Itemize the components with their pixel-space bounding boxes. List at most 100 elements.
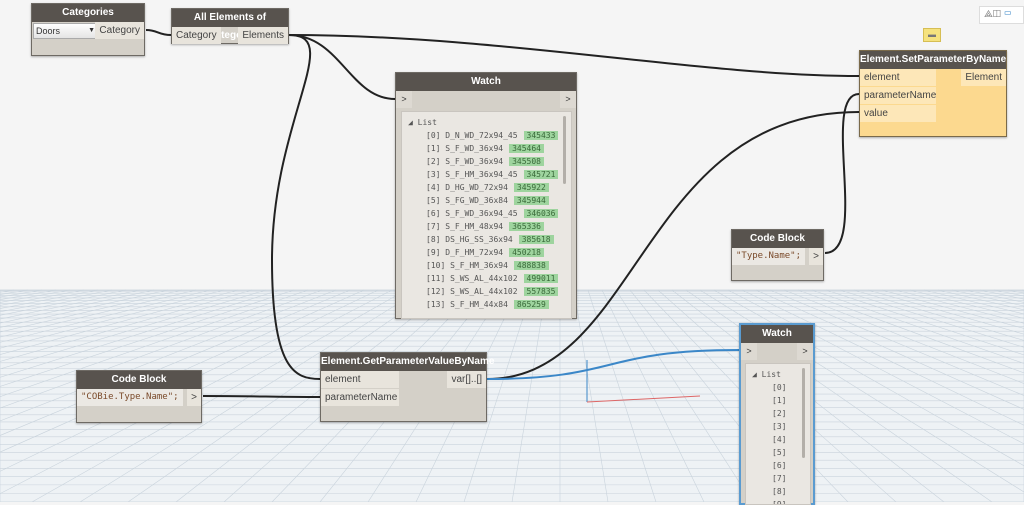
item-name: D_N_WD_72x94_45 — [445, 131, 518, 140]
all-elements-of-category-node[interactable]: All Elements of Category Category Elemen… — [171, 8, 289, 44]
chevron-down-icon: ▼ — [88, 27, 95, 34]
item-name: S_F_HM_44x84 — [450, 300, 508, 309]
code-block-node[interactable]: Code Block "COBie.Type.Name"; > — [76, 370, 202, 423]
output-port-var[interactable]: var[]..[] — [447, 371, 486, 388]
input-port-parametername[interactable]: parameterName — [860, 87, 936, 104]
element-id-badge[interactable]: 450218 — [509, 248, 544, 257]
list-root[interactable]: ◢ List — [408, 116, 571, 129]
element-id-badge[interactable]: 345922 — [513, 183, 549, 192]
wire-elements-to-watch — [288, 34, 396, 100]
item-index: [5] — [426, 196, 441, 205]
input-port-category[interactable]: Category — [172, 27, 221, 44]
item-index: [12] — [426, 287, 446, 296]
list-item[interactable]: [10] S_F_HM_36x94 488838 — [408, 259, 571, 272]
input-port-element[interactable]: element — [321, 371, 399, 388]
element-id-badge[interactable]: 345433 — [523, 131, 559, 140]
output-port-elements[interactable]: Elements — [238, 27, 288, 44]
output-port[interactable]: > — [797, 343, 813, 360]
item-index: [8] — [426, 235, 441, 244]
node-title: Watch — [741, 325, 813, 343]
output-port-element[interactable]: Element — [961, 69, 1006, 86]
node-title: Element.SetParameterByName — [860, 51, 1006, 69]
item-index: [1] — [426, 144, 441, 153]
item-name: S_FG_WD_36x84 — [445, 196, 508, 205]
input-port[interactable]: > — [396, 91, 412, 108]
input-port-parametername[interactable]: parameterName — [321, 389, 399, 406]
item-name: S_F_HM_36x94_45 — [445, 170, 518, 179]
geometry-view-icon[interactable]: ⟁◫ — [984, 9, 1001, 20]
item-name: S_WS_AL_44x102 — [450, 287, 518, 296]
item-index: [4] — [426, 183, 441, 192]
wire-codeblock-to-parametername — [202, 395, 321, 398]
element-id-badge[interactable]: 865259 — [513, 300, 549, 309]
output-port[interactable]: > — [187, 389, 201, 406]
list-item[interactable]: [2] S_F_WD_36x94 345508 — [408, 155, 571, 168]
list-item[interactable]: [9] D_F_HM_72x94 450218 — [408, 246, 571, 259]
element-id-badge[interactable]: 345508 — [509, 157, 544, 166]
list-item[interactable]: [6] — [752, 459, 810, 472]
element-id-badge[interactable]: 365336 — [509, 222, 544, 231]
view-toggle-toolbar: ⟁◫ ▭ — [979, 6, 1024, 24]
list-item[interactable]: [7] — [752, 472, 810, 485]
set-parameter-by-name-node[interactable]: Element.SetParameterByName element param… — [859, 50, 1007, 137]
element-id-badge[interactable]: 385618 — [518, 235, 554, 244]
wire-elements-to-set-element — [288, 34, 860, 77]
element-id-badge[interactable]: 345721 — [523, 170, 559, 179]
comment-icon[interactable]: ▬ — [923, 28, 941, 42]
dropdown-value: Doors — [36, 26, 61, 36]
item-index: [3] — [426, 170, 441, 179]
category-dropdown[interactable]: Doors ▼ — [33, 23, 99, 39]
item-index: [13] — [426, 300, 446, 309]
list-item[interactable]: [1] S_F_WD_36x94 345464 — [408, 142, 571, 155]
node-title: All Elements of Category — [172, 9, 288, 41]
node-title: Categories — [32, 4, 144, 22]
item-name: DS_HG_SS_36x94 — [445, 235, 513, 244]
output-port[interactable]: > — [809, 248, 823, 265]
input-port-value[interactable]: value — [860, 105, 936, 122]
input-port-element[interactable]: element — [860, 69, 936, 86]
element-id-badge[interactable]: 499011 — [523, 274, 559, 283]
output-port[interactable]: > — [560, 91, 576, 108]
item-index: [6] — [426, 209, 441, 218]
element-id-badge[interactable]: 345944 — [513, 196, 549, 205]
list-item[interactable]: [8] — [752, 485, 810, 498]
collapse-icon: ◢ — [408, 118, 418, 127]
categories-node[interactable]: Categories Doors ▼ Category — [31, 3, 145, 56]
node-title: Element.GetParameterValueByName — [321, 353, 494, 371]
list-item[interactable]: [12] S_WS_AL_44x102 557835 — [408, 285, 571, 298]
item-index: [0] — [426, 131, 441, 140]
item-name: S_WS_AL_44x102 — [450, 274, 518, 283]
code-input[interactable]: "COBie.Type.Name"; — [77, 389, 183, 406]
element-id-badge[interactable]: 488838 — [513, 261, 549, 270]
list-item[interactable]: [13] S_F_HM_44x84 865259 — [408, 298, 571, 311]
input-port[interactable]: > — [741, 343, 757, 360]
list-item[interactable]: [8] DS_HG_SS_36x94 385618 — [408, 233, 571, 246]
watch-node-selected[interactable]: Watch > > ◢ List [0] [1] [2] [3] [4] [5] [6] [7… — [739, 323, 815, 505]
watch-list: ◢ List [0][1][2][3][4][5][6][7][8][9][10… — [745, 363, 811, 505]
graph-view-icon[interactable]: ▭ — [1004, 9, 1012, 20]
list-item[interactable]: [3] S_F_HM_36x94_45 345721 — [408, 168, 571, 181]
list-item[interactable]: [7] S_F_HM_48x94 365336 — [408, 220, 571, 233]
node-title: Code Block — [77, 371, 201, 389]
wire-categories-to-all-elements — [145, 29, 172, 36]
watch-node[interactable]: Watch > > ◢ List [0] D_N_WD_72x94_45 3454… — [395, 72, 577, 319]
list-item[interactable]: [11] S_WS_AL_44x102 499011 — [408, 272, 571, 285]
code-input[interactable]: "Type.Name"; — [732, 248, 806, 265]
item-name: S_F_WD_36x94_45 — [445, 209, 518, 218]
list-item[interactable]: [5] S_FG_WD_36x84 345944 — [408, 194, 571, 207]
element-id-badge[interactable]: 346036 — [523, 209, 559, 218]
scrollbar[interactable] — [802, 368, 805, 458]
item-index: [10] — [426, 261, 446, 270]
element-id-badge[interactable]: 345464 — [509, 144, 544, 153]
list-item[interactable]: [0] D_N_WD_72x94_45 345433 — [408, 129, 571, 142]
wire-typename-to-set-parametername — [824, 93, 860, 254]
scrollbar[interactable] — [563, 116, 566, 184]
item-name: S_F_HM_36x94 — [450, 261, 508, 270]
output-port-category[interactable]: Category — [95, 22, 144, 39]
list-item[interactable]: [4] D_HG_WD_72x94 345922 — [408, 181, 571, 194]
element-id-badge[interactable]: 557835 — [523, 287, 559, 296]
list-item[interactable]: [6] S_F_WD_36x94_45 346036 — [408, 207, 571, 220]
get-parameter-value-by-name-node[interactable]: Element.GetParameterValueByName element … — [320, 352, 494, 422]
item-index: [2] — [426, 157, 441, 166]
code-block-node[interactable]: Code Block "Type.Name"; > — [731, 229, 824, 281]
